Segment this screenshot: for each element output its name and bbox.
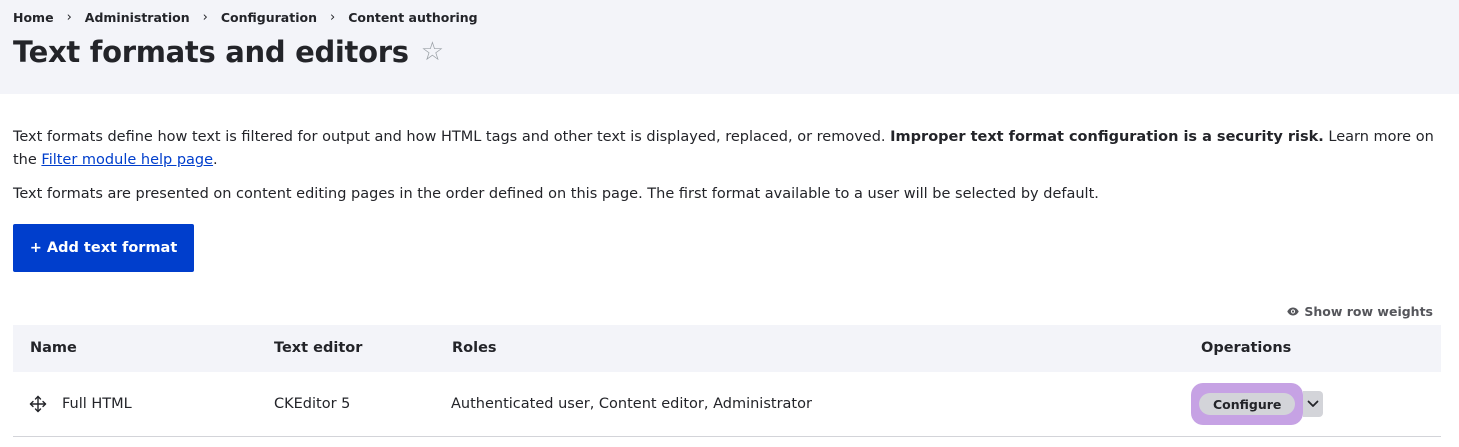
main-content: Text formats define how text is filtered… [13,126,1443,217]
text-formats-table: Name Text editor Roles Operations Full H… [13,325,1441,437]
page-title: Text formats and editors [13,35,409,69]
breadcrumb-home[interactable]: Home [13,10,54,25]
column-header-name: Name [30,340,77,356]
operations-dropdown-toggle[interactable] [1303,391,1324,417]
configure-button[interactable]: Configure [1199,393,1296,415]
show-row-weights-label: Show row weights [1304,303,1433,319]
add-text-format-button[interactable]: + Add text format [13,224,194,272]
breadcrumb-content-authoring[interactable]: Content authoring [348,10,477,25]
page-header: Home › Administration › Configuration › … [0,0,1459,94]
breadcrumb: Home › Administration › Configuration › … [13,9,478,26]
drag-handle-icon[interactable] [29,395,47,413]
breadcrumb-separator-icon: › [202,10,208,25]
description-paragraph: Text formats define how text is filtered… [13,126,1443,172]
description-text: . [213,152,218,168]
breadcrumb-configuration[interactable]: Configuration [221,10,317,25]
column-header-operations: Operations [1201,340,1292,356]
table-row: Full HTML CKEditor 5 Authenticated user,… [13,372,1441,437]
eye-icon [1287,307,1300,315]
column-header-text-editor: Text editor [274,340,363,356]
star-outline-icon[interactable]: ☆ [421,39,444,65]
format-name: Full HTML [62,396,132,412]
breadcrumb-separator-icon: › [329,10,336,25]
column-header-roles: Roles [452,340,497,356]
security-warning: Improper text format configuration is a … [890,129,1324,145]
format-roles: Authenticated user, Content editor, Admi… [451,396,812,412]
breadcrumb-administration[interactable]: Administration [85,10,190,25]
breadcrumb-separator-icon: › [66,10,72,25]
operations-dropbutton: Configure [1191,383,1324,425]
format-text-editor: CKEditor 5 [274,396,351,412]
description-text: Text formats define how text is filtered… [13,129,891,145]
table-header: Name Text editor Roles Operations [13,325,1441,372]
filter-help-link[interactable]: Filter module help page [41,152,213,168]
show-row-weights-toggle[interactable]: Show row weights [1287,302,1433,320]
chevron-down-icon [1308,400,1319,407]
order-description: Text formats are presented on content ed… [13,186,1099,202]
configure-focus-ring: Configure [1191,383,1304,425]
title-row: Text formats and editors ☆ [13,30,444,74]
